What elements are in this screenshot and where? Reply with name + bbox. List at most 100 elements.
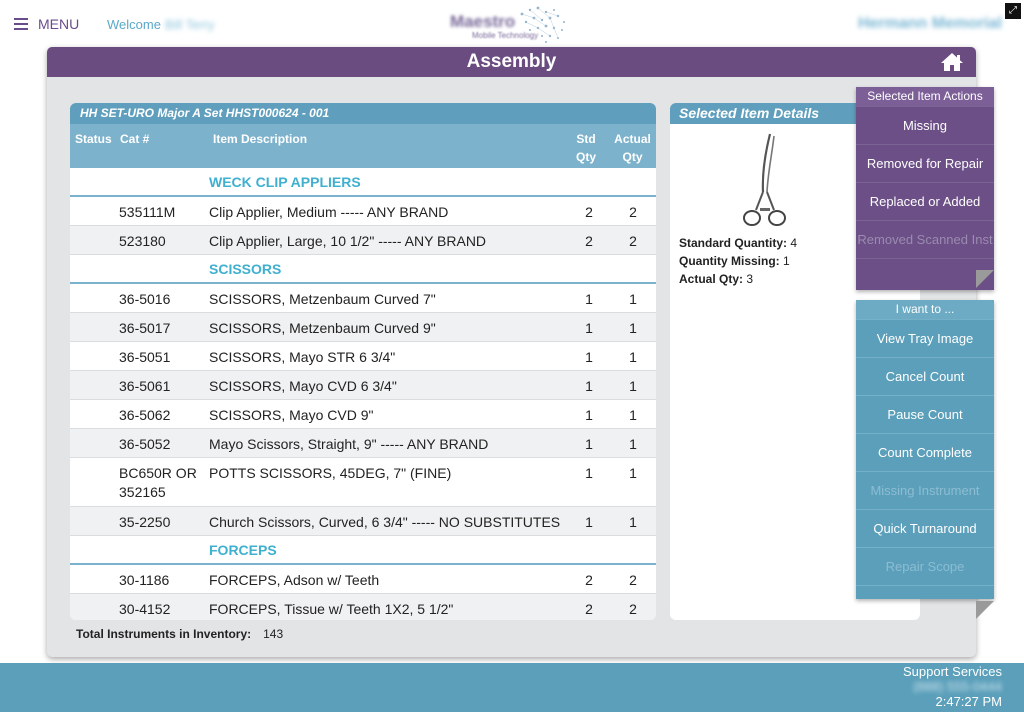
cell-description: SCISSORS, Mayo CVD 6 3/4" <box>209 378 397 394</box>
cell-cat-number: 36-5017 <box>119 320 171 336</box>
top-bar: MENU Welcome Bill Terry Maestro Mobile Te… <box>0 0 1024 48</box>
cell-std-qty: 1 <box>585 291 593 307</box>
table-row[interactable]: 36-5016 SCISSORS, Metzenbaum Curved 7" 1 1 <box>70 284 656 313</box>
want-missing-instrument-button[interactable]: Missing Instrument <box>856 471 994 509</box>
want-count-complete-button[interactable]: Count Complete <box>856 433 994 471</box>
actual-quantity: Actual Qty: 3 <box>679 272 753 286</box>
clock: 2:47:27 PM <box>935 694 1003 709</box>
cell-std-qty: 1 <box>585 436 593 452</box>
assembly-panel: Assembly HH SET-URO Major A Set HHST0006… <box>47 47 976 657</box>
tray-title: HH SET-URO Major A Set HHST000624 - 001 <box>70 103 656 124</box>
cell-actual-qty: 2 <box>629 601 637 617</box>
action-removed-scanned-inst-button[interactable]: Removed Scanned Inst <box>856 220 994 258</box>
table-row[interactable]: 535111M Clip Applier, Medium ----- ANY BR… <box>70 197 656 226</box>
table-body: WECK CLIP APPLIERS 535111M Clip Applier, M… <box>70 168 656 620</box>
table-row[interactable]: 30-1186 FORCEPS, Adson w/ Teeth 2 2 <box>70 565 656 594</box>
cell-cat-number: 36-5062 <box>119 407 171 423</box>
cell-actual-qty: 1 <box>629 407 637 423</box>
cell-cat-number: 36-5061 <box>119 378 171 394</box>
total-value: 143 <box>263 627 284 641</box>
cell-std-qty: 2 <box>585 601 593 617</box>
table-row[interactable]: BC650R OR POTTS SCISSORS, 45DEG, 7" (FINE… <box>70 458 656 507</box>
cell-cat-number: 36-5016 <box>119 291 171 307</box>
action-removed-for-repair-button[interactable]: Removed for Repair <box>856 144 994 182</box>
cell-description: FORCEPS, Tissue w/ Teeth 1X2, 5 1/2" <box>209 601 454 617</box>
col-actual-qty: Actual Qty <box>614 132 651 164</box>
scissors-forceps-image <box>743 133 786 226</box>
cell-description: Clip Applier, Medium ----- ANY BRAND <box>209 204 449 220</box>
action-replaced-or-added-button[interactable]: Replaced or Added <box>856 182 994 220</box>
standard-quantity-label: Standard Quantity: <box>679 236 788 250</box>
cell-description: Clip Applier, Large, 10 1/2" ----- ANY B… <box>209 233 487 249</box>
table-row[interactable]: 36-5017 SCISSORS, Metzenbaum Curved 9" 1 1 <box>70 313 656 342</box>
page-title: Assembly <box>466 51 557 72</box>
footer-bar: Support Services (888) 555-0444 2:47:27 … <box>0 663 1024 712</box>
cell-actual-qty: 1 <box>629 349 637 365</box>
cell-description: SCISSORS, Mayo STR 6 3/4" <box>209 349 396 365</box>
want-pause-count-button[interactable]: Pause Count <box>856 395 994 433</box>
item-actions-spacer <box>856 258 994 290</box>
table-row[interactable]: 35-2250 Church Scissors, Curved, 6 3/4" -… <box>70 507 656 536</box>
cell-actual-qty: 1 <box>629 514 637 530</box>
i-want-to-spacer <box>856 585 994 599</box>
table-header: Status Cat # Item Description Std Qty Ac… <box>70 124 656 168</box>
cell-cat-number: 36-5052 <box>119 436 171 452</box>
group-name: WECK CLIP APPLIERS <box>209 174 361 190</box>
cell-std-qty: 1 <box>585 465 593 481</box>
col-status: Status <box>75 132 112 146</box>
actual-quantity-label: Actual Qty: <box>679 272 744 286</box>
table-row[interactable]: 36-5051 SCISSORS, Mayo STR 6 3/4" 1 1 <box>70 342 656 371</box>
group-name: FORCEPS <box>209 542 277 558</box>
total-label: Total Instruments in Inventory: <box>76 627 252 641</box>
home-icon[interactable] <box>940 52 964 72</box>
menu-button[interactable]: MENU <box>14 16 79 32</box>
app-logo: Maestro Mobile Technology <box>448 4 578 46</box>
cell-description: SCISSORS, Mayo CVD 9" <box>209 407 374 423</box>
cell-std-qty: 1 <box>585 378 593 394</box>
cell-description: Mayo Scissors, Straight, 9" ----- ANY BR… <box>209 436 489 452</box>
table-row[interactable]: 36-5052 Mayo Scissors, Straight, 9" -----… <box>70 429 656 458</box>
support-label[interactable]: Support Services <box>903 664 1002 679</box>
want-cancel-count-button[interactable]: Cancel Count <box>856 357 994 395</box>
total-instruments: Total Instruments in Inventory: 143 <box>76 627 283 641</box>
quantity-missing-value: 1 <box>783 254 790 268</box>
cell-actual-qty: 1 <box>629 378 637 394</box>
quantity-missing: Quantity Missing: 1 <box>679 254 790 268</box>
col-std-qty: Std Qty <box>575 132 596 164</box>
cell-cat-number: 535111M <box>119 204 176 220</box>
action-missing-button[interactable]: Missing <box>856 106 994 144</box>
group-name: SCISSORS <box>209 261 282 277</box>
actions-menu-fold <box>976 270 994 288</box>
table-row[interactable]: 36-5061 SCISSORS, Mayo CVD 6 3/4" 1 1 <box>70 371 656 400</box>
actual-quantity-value: 3 <box>746 272 754 286</box>
standard-quantity: Standard Quantity: 4 <box>679 236 797 250</box>
cell-description: POTTS SCISSORS, 45DEG, 7" (FINE) <box>209 465 452 481</box>
selected-item-actions-menu: Selected Item Actions Missing Removed for… <box>856 87 994 290</box>
cell-actual-qty: 2 <box>629 572 637 588</box>
tray-item-list: HH SET-URO Major A Set HHST000624 - 001 … <box>70 103 656 620</box>
cell-std-qty: 1 <box>585 514 593 530</box>
cell-cat-number: 30-1186 <box>119 572 170 588</box>
want-quick-turnaround-button[interactable]: Quick Turnaround <box>856 509 994 547</box>
support-info: Support Services (888) 555-0444 2:47:27 … <box>903 663 1002 709</box>
menu-label[interactable]: MENU <box>38 16 79 32</box>
col-description: Item Description <box>213 132 308 146</box>
instrument-image[interactable] <box>726 130 801 230</box>
group-header: WECK CLIP APPLIERS <box>70 168 656 197</box>
cell-actual-qty: 2 <box>629 233 637 249</box>
quantity-missing-label: Quantity Missing: <box>679 254 780 268</box>
expand-icon[interactable]: ⤢ <box>1005 3 1021 19</box>
want-repair-scope-button[interactable]: Repair Scope <box>856 547 994 585</box>
table-row[interactable]: 36-5062 SCISSORS, Mayo CVD 9" 1 1 <box>70 400 656 429</box>
cell-std-qty: 1 <box>585 407 593 423</box>
table-row[interactable]: 30-4152 FORCEPS, Tissue w/ Teeth 1X2, 5 1… <box>70 594 656 620</box>
cell-cat-number: 30-4152 <box>119 601 171 617</box>
hamburger-icon[interactable] <box>14 18 28 30</box>
cell-cat-number: BC650R OR <box>119 465 197 481</box>
cell-description: SCISSORS, Metzenbaum Curved 7" <box>209 291 436 307</box>
item-actions-title: Selected Item Actions <box>856 87 994 106</box>
table-row[interactable]: 523180 Clip Applier, Large, 10 1/2" -----… <box>70 226 656 255</box>
cell-cat-number: 35-2250 <box>119 514 171 530</box>
want-view-tray-image-button[interactable]: View Tray Image <box>856 319 994 357</box>
welcome-text: Welcome Bill Terry <box>107 17 215 32</box>
